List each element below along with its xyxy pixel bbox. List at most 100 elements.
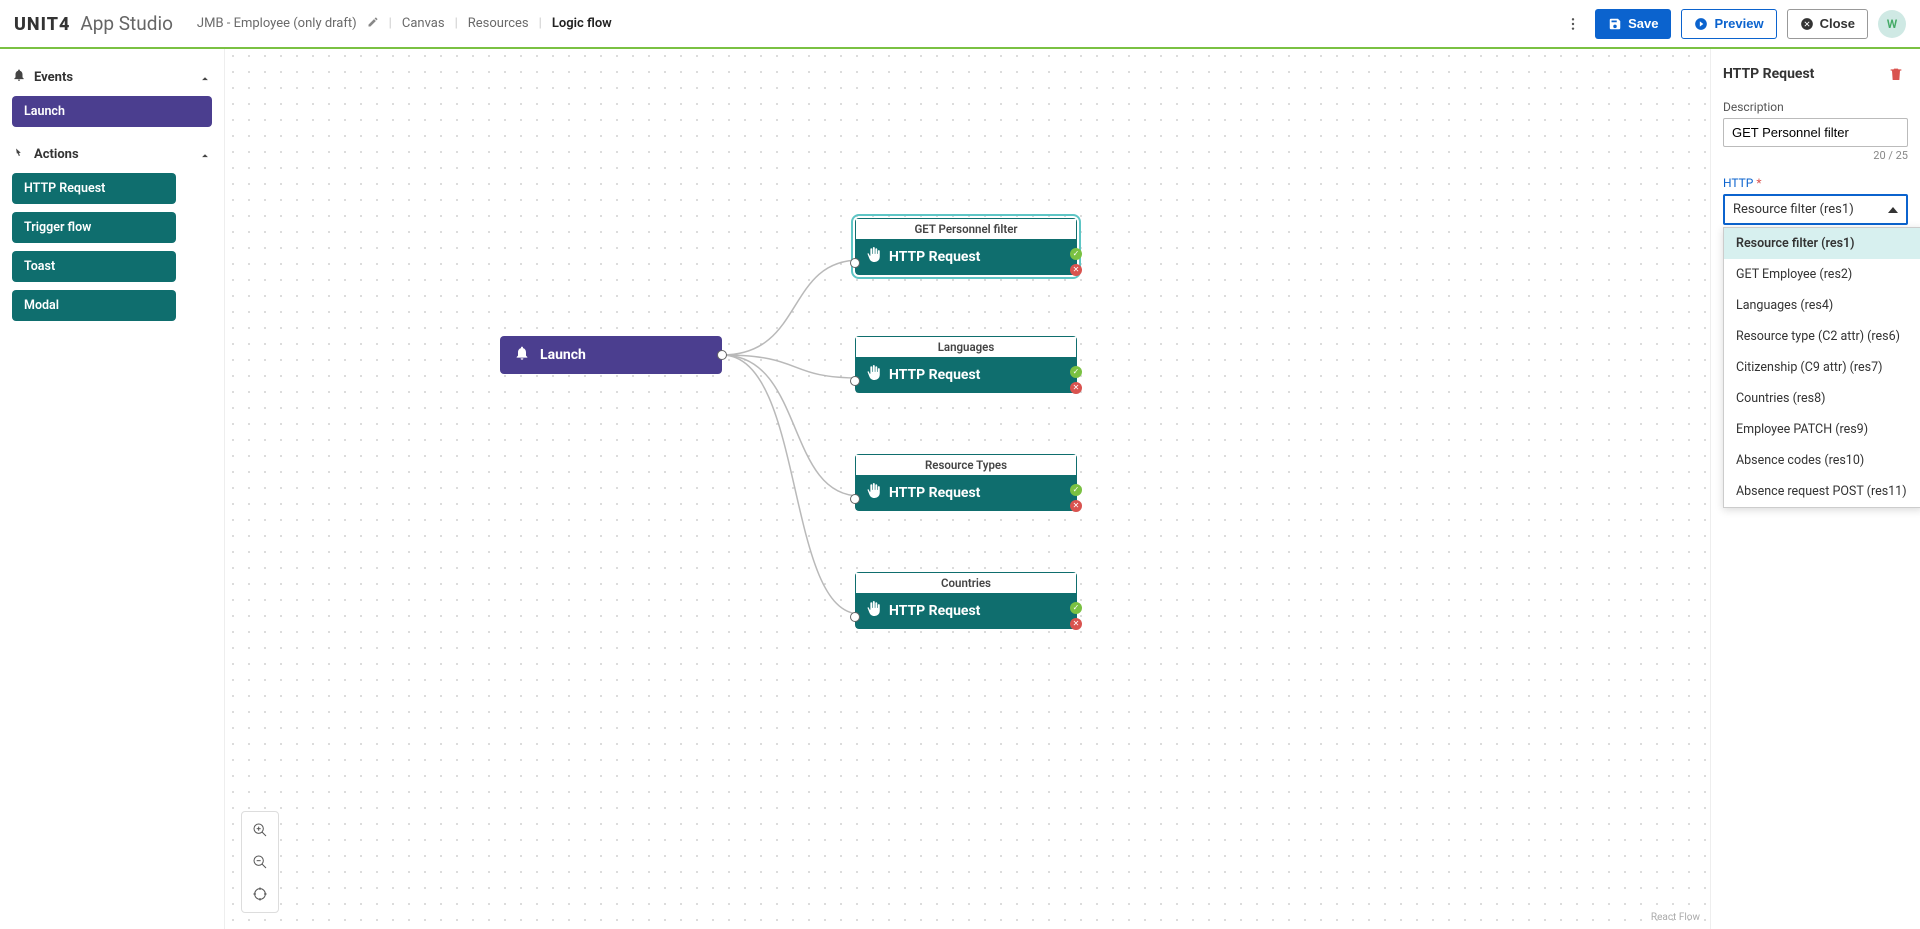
sidebar-actions-label: Actions [34,147,79,162]
close-button[interactable]: Close [1787,9,1868,39]
flow-canvas[interactable]: Launch GET Personnel filter HTTP Request… [225,48,1710,929]
zoom-out-button[interactable] [246,848,274,876]
hand-icon [866,601,881,620]
save-button[interactable]: Save [1595,9,1671,39]
breadcrumb-canvas[interactable]: Canvas [402,16,445,31]
dropdown-option[interactable]: Resource type (C2 attr) (res6) [1724,321,1920,352]
breadcrumb: JMB - Employee (only draft) | Canvas | R… [197,16,612,32]
node-http-request[interactable]: Countries HTTP Request ✓ ✕ [855,572,1077,629]
caret-up-icon [1888,207,1898,213]
action-label: HTTP Request [24,181,105,196]
dropdown-option[interactable]: Employee PATCH (res9) [1724,414,1920,445]
canvas-attribution: React Flow [1651,912,1700,923]
dropdown-option[interactable]: Absence codes (res10) [1724,445,1920,476]
delete-button[interactable] [1884,62,1908,86]
properties-panel: HTTP Request Description 20 / 25 HTTP Re… [1710,48,1920,929]
status-error-icon[interactable]: ✕ [1070,382,1082,394]
top-actions: Save Preview Close W [1561,9,1906,39]
panel-title: HTTP Request [1723,66,1814,82]
description-counter: 20 / 25 [1723,149,1908,162]
sidebar: Events Launch Actions HTTP Request Tr [0,48,225,929]
node-port-input[interactable] [850,612,860,622]
status-ok-icon[interactable]: ✓ [1070,366,1082,378]
dropdown-option[interactable]: Languages (res4) [1724,290,1920,321]
description-input[interactable] [1723,118,1908,147]
breadcrumb-resources[interactable]: Resources [468,16,529,31]
chevron-up-icon [198,68,212,86]
node-launch-label: Launch [540,347,586,363]
save-label: Save [1628,16,1658,31]
http-dropdown: Resource filter (res1) GET Employee (res… [1723,227,1920,508]
status-ok-icon[interactable]: ✓ [1070,602,1082,614]
topbar: UNIT4 App Studio JMB - Employee (only dr… [0,0,1920,48]
node-port-output[interactable] [717,350,727,360]
sidebar-action-toast[interactable]: Toast [12,251,176,282]
sidebar-action-http-request[interactable]: HTTP Request [12,173,176,204]
http-selected-value: Resource filter (res1) [1733,202,1854,217]
node-body-label: HTTP Request [889,367,980,383]
status-ok-icon[interactable]: ✓ [1070,484,1082,496]
close-label: Close [1820,16,1855,31]
event-label: Launch [24,104,65,119]
preview-button[interactable]: Preview [1681,9,1776,39]
kebab-menu-icon[interactable] [1561,12,1585,36]
zoom-in-button[interactable] [246,816,274,844]
sidebar-action-trigger-flow[interactable]: Trigger flow [12,212,176,243]
http-select[interactable]: Resource filter (res1) [1723,194,1908,225]
sidebar-event-launch[interactable]: Launch [12,96,212,127]
bell-icon [12,68,26,86]
sidebar-events-label: Events [34,70,73,85]
node-http-request[interactable]: Resource Types HTTP Request ✓ ✕ [855,454,1077,511]
preview-label: Preview [1714,16,1763,31]
brand-logo: UNIT4 [14,14,70,35]
dropdown-option[interactable]: Resource filter (res1) [1724,228,1920,259]
status-error-icon[interactable]: ✕ [1070,618,1082,630]
node-body-label: HTTP Request [889,603,980,619]
edit-icon[interactable] [367,16,379,32]
status-error-icon[interactable]: ✕ [1070,500,1082,512]
sidebar-actions-header[interactable]: Actions [12,145,212,163]
dropdown-option[interactable]: GET Employee (res2) [1724,259,1920,290]
avatar[interactable]: W [1878,10,1906,38]
node-http-request[interactable]: Languages HTTP Request ✓ ✕ [855,336,1077,393]
node-status: ✓ ✕ [1070,248,1082,276]
node-body-label: HTTP Request [889,249,980,265]
dropdown-option[interactable]: Countries (res8) [1724,383,1920,414]
node-http-request[interactable]: GET Personnel filter HTTP Request ✓ ✕ [855,218,1077,275]
cursor-icon [12,145,26,163]
http-label: HTTP [1723,176,1908,190]
node-title: GET Personnel filter [856,219,1076,239]
node-status: ✓ ✕ [1070,602,1082,630]
breadcrumb-separator: | [389,16,392,31]
fit-view-button[interactable] [246,880,274,908]
dropdown-option[interactable]: Citizenship (C9 attr) (res7) [1724,352,1920,383]
breadcrumb-logic-flow[interactable]: Logic flow [552,16,612,31]
node-status: ✓ ✕ [1070,366,1082,394]
node-title: Languages [856,337,1076,357]
brand: UNIT4 App Studio [14,12,173,35]
node-status: ✓ ✕ [1070,484,1082,512]
action-label: Modal [24,298,59,313]
hand-icon [866,247,881,266]
breadcrumb-separator: | [455,16,458,31]
hand-icon [866,365,881,384]
node-launch[interactable]: Launch [500,336,722,374]
hand-icon [866,483,881,502]
node-port-input[interactable] [850,258,860,268]
bell-icon [514,345,530,365]
action-label: Trigger flow [24,220,91,235]
dropdown-option[interactable]: Absence request POST (res11) [1724,476,1920,507]
node-title: Countries [856,573,1076,593]
node-title: Resource Types [856,455,1076,475]
canvas-controls [241,811,279,913]
node-port-input[interactable] [850,376,860,386]
node-port-input[interactable] [850,494,860,504]
breadcrumb-project[interactable]: JMB - Employee (only draft) [197,16,357,31]
status-ok-icon[interactable]: ✓ [1070,248,1082,260]
description-label: Description [1723,100,1908,114]
breadcrumb-separator: | [539,16,542,31]
sidebar-action-modal[interactable]: Modal [12,290,176,321]
sidebar-events-header[interactable]: Events [12,68,212,86]
action-label: Toast [24,259,55,274]
status-error-icon[interactable]: ✕ [1070,264,1082,276]
